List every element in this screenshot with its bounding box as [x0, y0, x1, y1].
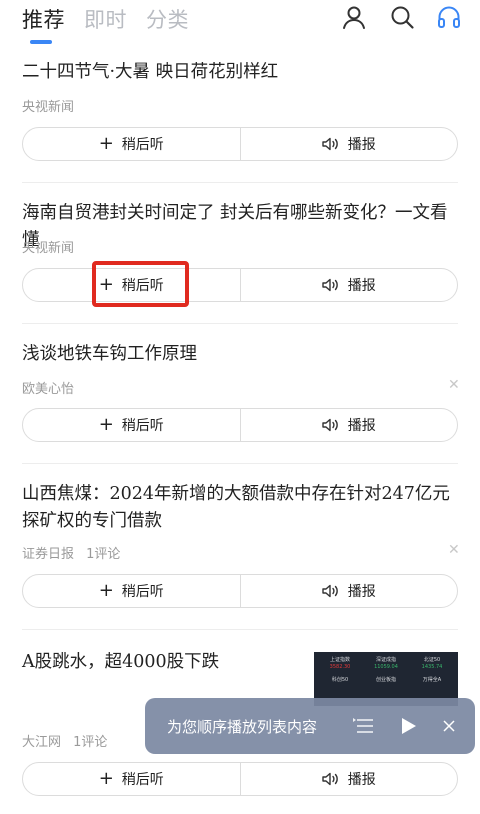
speaker-icon: [322, 418, 338, 432]
news-item[interactable]: 二十四节气·大暑 映日荷花别样红: [22, 59, 458, 86]
index-cell: 科创50: [331, 677, 349, 683]
listen-later-button[interactable]: + 稍后听: [23, 128, 240, 160]
news-meta: 央视新闻: [22, 96, 82, 115]
news-meta: 证券日报 1评论: [22, 543, 128, 562]
action-bar: + 稍后听 播报: [22, 268, 458, 302]
news-item[interactable]: 山西焦煤：2024年新增的大额借款中存在针对247亿元探矿权的专门借款: [22, 481, 458, 535]
listen-later-button[interactable]: + 稍后听: [23, 763, 240, 795]
highlight-box: [92, 261, 189, 307]
listen-later-button[interactable]: + 稍后听: [23, 409, 240, 441]
market-index-grid: 上证指数 3582.30 深证成指 11059.04 北证50 1435.74 科创5…: [320, 657, 452, 684]
speaker-icon: [322, 772, 338, 786]
listen-later-label: 稍后听: [121, 418, 164, 434]
plus-icon: +: [98, 580, 114, 601]
listen-later-button[interactable]: + 稍后听: [23, 575, 240, 607]
play-label: 播报: [347, 137, 376, 153]
plus-icon: +: [98, 414, 114, 435]
news-source: 证券日报: [22, 547, 75, 562]
index-cell: 创业板指: [375, 677, 396, 683]
index-cell: 深证成指 11059.04: [374, 657, 398, 670]
play-label: 播报: [347, 278, 376, 294]
play-button[interactable]: 播报: [239, 409, 458, 441]
news-title[interactable]: 浅谈地铁车钩工作原理: [22, 341, 458, 368]
comment-count: 1评论: [73, 735, 108, 750]
dismiss-icon[interactable]: ✕: [448, 542, 480, 558]
play-label: 播报: [347, 418, 376, 434]
speaker-icon: [322, 137, 338, 151]
news-meta: 欧美心怡: [22, 378, 82, 397]
play-button[interactable]: 播报: [239, 269, 458, 301]
playback-toast[interactable]: 为您顺序播放列表内容: [145, 698, 475, 754]
playlist-icon[interactable]: [353, 717, 375, 735]
tab-instant[interactable]: 即时: [84, 4, 127, 34]
action-bar: + 稍后听 播报: [22, 408, 458, 442]
news-item[interactable]: 浅谈地铁车钩工作原理: [22, 341, 458, 368]
news-source: 欧美心怡: [22, 382, 75, 397]
play-button[interactable]: 播报: [239, 763, 458, 795]
news-meta: 央视新闻: [22, 237, 82, 256]
news-source: 央视新闻: [22, 100, 75, 115]
action-bar: + 稍后听 播报: [22, 127, 458, 161]
play-label: 播报: [347, 584, 376, 600]
user-icon[interactable]: [341, 4, 367, 30]
news-meta: 大江网 1评论: [22, 731, 115, 750]
news-title[interactable]: 山西焦煤：2024年新增的大额借款中存在针对247亿元探矿权的专门借款: [22, 481, 458, 535]
listen-later-label: 稍后听: [121, 772, 164, 788]
news-item[interactable]: 海南自贸港封关时间定了 封关后有哪些新变化？一文看懂: [22, 200, 458, 254]
active-tab-indicator: [30, 40, 52, 44]
divider: [22, 323, 458, 324]
search-icon[interactable]: [389, 4, 415, 30]
news-item[interactable]: A股跳水，超4000股下跌: [22, 649, 302, 676]
divider: [22, 629, 458, 630]
headphones-icon[interactable]: [436, 4, 462, 30]
play-label: 播报: [347, 772, 376, 788]
news-title[interactable]: A股跳水，超4000股下跌: [22, 649, 302, 676]
news-title[interactable]: 海南自贸港封关时间定了 封关后有哪些新变化？一文看懂: [22, 200, 458, 254]
listen-later-label: 稍后听: [121, 137, 164, 153]
divider: [22, 463, 458, 464]
news-title[interactable]: 二十四节气·大暑 映日荷花别样红: [22, 59, 458, 86]
tab-recommend[interactable]: 推荐: [22, 4, 65, 34]
listen-later-label: 稍后听: [121, 584, 164, 600]
divider: [22, 182, 458, 183]
news-source: 央视新闻: [22, 241, 75, 256]
index-cell: 上证指数 3582.30: [329, 657, 351, 670]
action-bar: + 稍后听 播报: [22, 762, 458, 796]
play-icon[interactable]: [401, 717, 417, 735]
close-icon[interactable]: [443, 720, 455, 732]
speaker-icon: [322, 278, 338, 292]
plus-icon: +: [98, 133, 114, 154]
top-bar: 推荐 即时 分类: [0, 0, 480, 48]
play-button[interactable]: 播报: [239, 575, 458, 607]
news-source: 大江网: [22, 735, 62, 750]
index-cell: 万得全A: [422, 677, 442, 683]
plus-icon: +: [98, 768, 114, 789]
play-button[interactable]: 播报: [239, 128, 458, 160]
toast-text: 为您顺序播放列表内容: [167, 717, 318, 736]
comment-count: 1评论: [86, 547, 121, 562]
dismiss-icon[interactable]: ✕: [448, 377, 480, 393]
action-bar: + 稍后听 播报: [22, 574, 458, 608]
speaker-icon: [322, 584, 338, 598]
index-cell: 北证50 1435.74: [421, 657, 443, 670]
tab-category[interactable]: 分类: [146, 4, 189, 34]
